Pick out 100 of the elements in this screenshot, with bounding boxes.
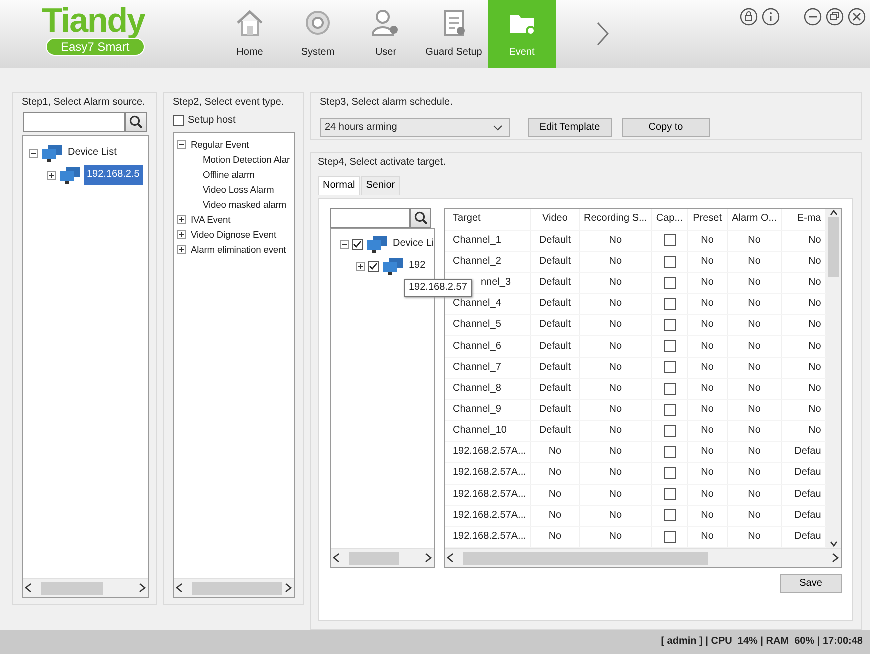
tree-item[interactable]: 192 <box>407 259 428 273</box>
expand-toggle-icon[interactable] <box>356 262 365 270</box>
tree-item[interactable]: Motion Detection Alar <box>201 154 292 166</box>
checkbox[interactable] <box>664 276 676 289</box>
nav-tab[interactable]: Guard Setup <box>420 0 488 68</box>
tree-item[interactable]: Video Dignose Event <box>189 228 278 240</box>
logo-subtitle: Easy7 Smart <box>46 38 145 56</box>
table-cell: No <box>688 505 728 526</box>
scroll-up-icon[interactable] <box>828 209 839 217</box>
table-cell: No <box>579 462 652 484</box>
checkbox[interactable] <box>173 115 184 126</box>
column-header[interactable]: Recording S... <box>579 209 652 230</box>
table-cell: No <box>579 378 652 400</box>
column-header[interactable]: Cap... <box>652 209 688 230</box>
collapse-toggle-icon[interactable] <box>340 240 349 248</box>
search-field[interactable] <box>330 208 410 228</box>
checked-checkbox[interactable] <box>368 260 379 272</box>
table-cell: Channel_10 <box>445 420 531 442</box>
table-cell: No <box>728 420 782 442</box>
chevron-right-icon[interactable] <box>596 21 610 47</box>
action-button[interactable]: Edit Template <box>528 118 612 137</box>
table-cell: No <box>579 294 652 315</box>
checkbox[interactable] <box>664 361 676 374</box>
checkbox[interactable] <box>664 319 676 332</box>
checked-checkbox[interactable] <box>352 238 363 250</box>
column-header[interactable]: Video <box>530 209 580 230</box>
checkbox[interactable] <box>664 234 676 246</box>
column-header[interactable]: Preset <box>688 209 728 230</box>
table-cell: 192.168.2.57A... <box>445 484 531 506</box>
table-cell: No <box>728 294 782 315</box>
checkbox[interactable] <box>664 404 676 416</box>
minimize-icon[interactable] <box>804 8 822 26</box>
checkbox[interactable] <box>664 509 676 522</box>
scroll-down-icon[interactable] <box>828 540 839 548</box>
column-header[interactable]: Alarm O... <box>728 209 782 230</box>
checkbox[interactable] <box>664 298 676 310</box>
scrollbar-thumb[interactable] <box>192 582 282 594</box>
table-cell: No <box>579 357 652 378</box>
tab[interactable]: Normal <box>318 176 360 195</box>
tab[interactable]: Senior <box>361 176 400 195</box>
collapse-toggle-icon[interactable] <box>177 140 186 149</box>
expand-toggle-icon[interactable] <box>177 245 186 254</box>
table-cell: No <box>728 484 782 506</box>
table-cell: No <box>688 272 728 294</box>
table-cell: Default <box>530 272 580 294</box>
table-cell: No <box>579 484 652 506</box>
table-cell: No <box>579 272 652 294</box>
expand-toggle-icon[interactable] <box>47 170 56 180</box>
checkbox[interactable] <box>664 382 676 394</box>
table-cell: No <box>579 420 652 442</box>
tree-item[interactable]: Device List <box>66 146 119 160</box>
section-title: Step4, Select activate target. <box>318 157 447 169</box>
caret-icon <box>493 124 503 130</box>
nav-tab[interactable]: System <box>284 0 352 68</box>
checkbox[interactable] <box>664 256 676 268</box>
table-cell: No <box>728 378 782 400</box>
scrollbar-thumb[interactable] <box>349 552 399 564</box>
table-cell: No <box>579 251 652 272</box>
lock-icon[interactable] <box>740 8 758 26</box>
scrollbar-thumb[interactable] <box>828 217 840 277</box>
tree-item[interactable]: Alarm elimination event <box>189 244 288 256</box>
table-cell: Channel_6 <box>445 336 531 358</box>
expand-toggle-icon[interactable] <box>177 215 186 224</box>
table-cell: No <box>530 505 580 526</box>
table-cell: Default <box>530 336 580 358</box>
tree-item[interactable]: Device Li <box>391 237 434 251</box>
search-button[interactable] <box>410 208 431 228</box>
checkbox[interactable] <box>664 488 676 500</box>
search-button[interactable] <box>125 112 147 132</box>
checkbox[interactable] <box>664 530 676 543</box>
table-cell: Channel_8 <box>445 378 531 400</box>
nav-tab[interactable]: User <box>352 0 420 68</box>
nav-tab[interactable]: Home <box>216 0 284 68</box>
scrollbar-thumb[interactable] <box>463 552 708 564</box>
column-header[interactable]: Target <box>445 209 531 230</box>
logo-text: Tiandy <box>42 4 145 38</box>
schedule-dropdown[interactable]: 24 hours arming <box>320 118 510 137</box>
expand-toggle-icon[interactable] <box>177 230 186 239</box>
table-cell: No <box>688 230 728 252</box>
checkbox[interactable] <box>664 467 676 480</box>
tree-item[interactable]: Video Loss Alarm <box>201 184 276 196</box>
checkbox[interactable] <box>664 424 676 437</box>
restore-icon[interactable] <box>826 8 844 26</box>
checkbox[interactable] <box>664 340 676 352</box>
collapse-toggle-icon[interactable] <box>29 148 38 158</box>
search-field[interactable] <box>23 112 125 132</box>
info-icon[interactable] <box>762 8 780 26</box>
action-button[interactable]: Copy to <box>622 118 710 137</box>
checkbox[interactable] <box>664 446 676 458</box>
section-title: Step3, Select alarm schedule. <box>320 97 454 109</box>
table-cell: No <box>728 251 782 272</box>
tree-item[interactable]: Regular Event <box>189 138 252 150</box>
save-button[interactable]: Save <box>780 574 842 593</box>
tree-item[interactable]: IVA Event <box>189 214 233 226</box>
tree-item[interactable]: Video masked alarm <box>201 198 288 210</box>
scrollbar-thumb[interactable] <box>41 582 103 594</box>
table-cell: No <box>688 251 728 272</box>
tree-item[interactable]: 192.168.2.5 <box>84 165 143 185</box>
tree-item[interactable]: Offline alarm <box>201 168 257 180</box>
close-icon[interactable] <box>848 8 866 26</box>
